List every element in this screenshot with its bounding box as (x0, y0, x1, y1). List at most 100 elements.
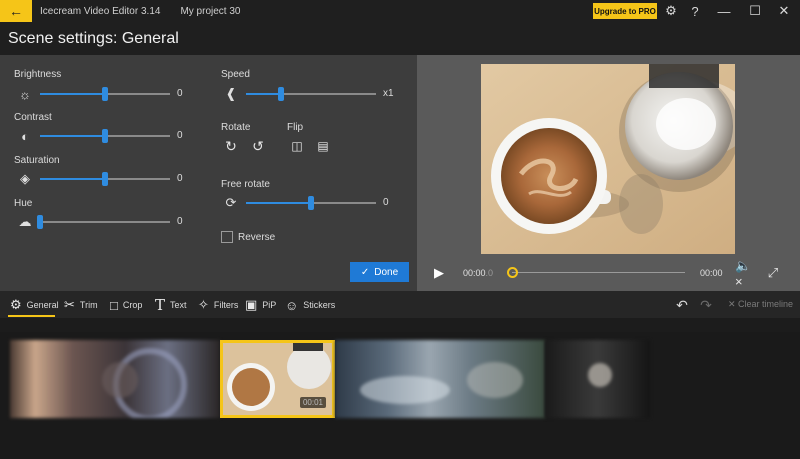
clip-thumbnail (102, 348, 187, 418)
close-icon[interactable]: ✕ (775, 2, 793, 20)
crop-icon: □ (110, 297, 118, 313)
brightness-slider[interactable] (40, 87, 170, 101)
seek-thumb[interactable] (507, 267, 518, 278)
seek-track[interactable] (512, 272, 685, 273)
header: Scene settings: General (0, 22, 800, 55)
text-icon: T (155, 296, 166, 314)
current-time: 00:00.0 (463, 268, 494, 278)
contrast-label: Contrast (14, 112, 52, 123)
sun-icon: ☼ (19, 86, 31, 102)
contrast-value: 0 (177, 130, 183, 141)
reverse-checkbox[interactable] (221, 231, 233, 243)
timeline: 00:01 (0, 318, 800, 459)
hue-label: Hue (14, 198, 33, 209)
redo-button[interactable]: ↷ (697, 296, 715, 314)
mute-button[interactable]: 🔈× (735, 258, 753, 289)
tool-trim[interactable]: ✂ Trim (64, 295, 98, 315)
upgrade-button[interactable]: Upgrade to PRO (593, 3, 657, 19)
tool-trim-label: Trim (79, 300, 98, 310)
undo-icon: ↶ (676, 296, 688, 313)
hue-slider[interactable] (37, 215, 170, 229)
contrast-slider[interactable] (40, 129, 170, 143)
rotate-clockwise-icon: ↻ (225, 137, 237, 154)
tool-general[interactable]: ⚙ General (10, 295, 59, 315)
contrast-icon: ◐ (21, 128, 29, 144)
checkmark-icon: ✓ (360, 266, 370, 278)
free-rotate-slider[interactable] (246, 196, 376, 210)
timeline-clip-selected[interactable]: 00:01 (220, 340, 335, 418)
speed-label: Speed (221, 69, 250, 80)
project-title: My project 30 (180, 5, 241, 17)
arrow-left-icon: ← (9, 3, 23, 19)
tool-crop[interactable]: □ Crop (110, 295, 142, 315)
tool-filters[interactable]: ✧ Filters (198, 295, 238, 315)
done-button[interactable]: ✓ Done (350, 262, 409, 282)
pip-icon: ▣ (245, 297, 258, 312)
free-rotate-label: Free rotate (221, 179, 270, 190)
tool-stickers-label: Stickers (303, 300, 336, 310)
flip-vertical-button[interactable]: ▤ (313, 136, 333, 156)
timeline-clip[interactable] (545, 340, 650, 418)
active-tool-indicator (8, 315, 55, 317)
maximize-icon[interactable]: ☐ (746, 2, 764, 20)
tool-crop-label: Crop (122, 300, 143, 310)
clip-thumbnail (588, 363, 612, 387)
flip-horizontal-button[interactable]: ◫ (287, 136, 307, 156)
clear-timeline-button[interactable]: ✕ Clear timeline (728, 299, 793, 310)
title-bar: ← Icecream Video Editor 3.14 My project … (0, 0, 800, 22)
page-title: Scene settings: General (8, 30, 179, 47)
speed-slider[interactable] (246, 87, 376, 101)
saturation-value: 0 (177, 173, 183, 184)
speed-value: x1 (383, 88, 394, 99)
done-label: Done (374, 266, 399, 278)
free-rotate-icon: ⟳ (225, 195, 237, 210)
flip-label: Flip (287, 122, 304, 133)
tool-text-label: Text (170, 300, 187, 310)
undo-button[interactable]: ↶ (673, 296, 691, 314)
coffee-image (481, 64, 735, 254)
total-time: 00:00 (700, 268, 723, 278)
rotate-right-button[interactable]: ↻ (221, 136, 241, 156)
clear-timeline-label: Clear timeline (738, 299, 794, 309)
tool-text[interactable]: T Text (155, 295, 187, 315)
scissors-icon: ✂ (64, 297, 75, 312)
saturation-label: Saturation (14, 155, 60, 166)
clip-duration: 00:01 (299, 397, 326, 408)
fullscreen-button[interactable]: ⤢ (764, 264, 782, 282)
gear-icon[interactable]: ⚙ (662, 2, 680, 20)
saturation-slider[interactable] (40, 172, 170, 186)
play-button[interactable]: ▶ (431, 265, 447, 281)
speed-icon: ❰ (225, 86, 237, 101)
free-rotate-value: 0 (383, 197, 389, 208)
app-title: Icecream Video Editor 3.14 (40, 5, 161, 17)
timeline-clip[interactable] (10, 340, 220, 418)
clip-thumbnail (360, 362, 523, 404)
tool-filters-label: Filters (213, 300, 239, 310)
redo-icon: ↷ (700, 296, 712, 313)
preview-panel: ▶ 00:00.0 00:00 🔈× ⤢ (417, 55, 800, 291)
tool-pip-label: PiP (262, 300, 277, 310)
brightness-label: Brightness (14, 69, 62, 80)
rotate-label: Rotate (221, 122, 251, 133)
tool-pip[interactable]: ▣ PiP (245, 295, 276, 315)
rotate-counterclockwise-icon: ↺ (252, 137, 264, 154)
help-icon[interactable]: ? (686, 2, 704, 20)
brightness-value: 0 (177, 88, 183, 99)
expand-icon: ⤢ (767, 265, 779, 280)
saturation-icon: ◈ (20, 171, 30, 186)
reverse-label: Reverse (238, 232, 276, 243)
timeline-clip[interactable] (335, 340, 545, 418)
tool-stickers[interactable]: ☺ Stickers (285, 295, 335, 315)
hue-value: 0 (177, 216, 183, 227)
timeline-ruler (0, 318, 800, 332)
speaker-mute-icon: 🔈× (735, 257, 752, 289)
tool-general-label: General (26, 300, 59, 310)
back-button[interactable]: ← (0, 0, 32, 22)
rotate-left-button[interactable]: ↺ (248, 136, 268, 156)
video-preview (481, 64, 735, 254)
filters-icon: ✧ (198, 297, 209, 312)
settings-icon: ⚙ (10, 297, 22, 312)
hue-icon: ☁ (18, 214, 32, 229)
minimize-icon[interactable]: — (715, 2, 733, 20)
settings-panel: Brightness ☼ 0 Contrast ◐ 0 Saturation ◈… (0, 55, 417, 291)
